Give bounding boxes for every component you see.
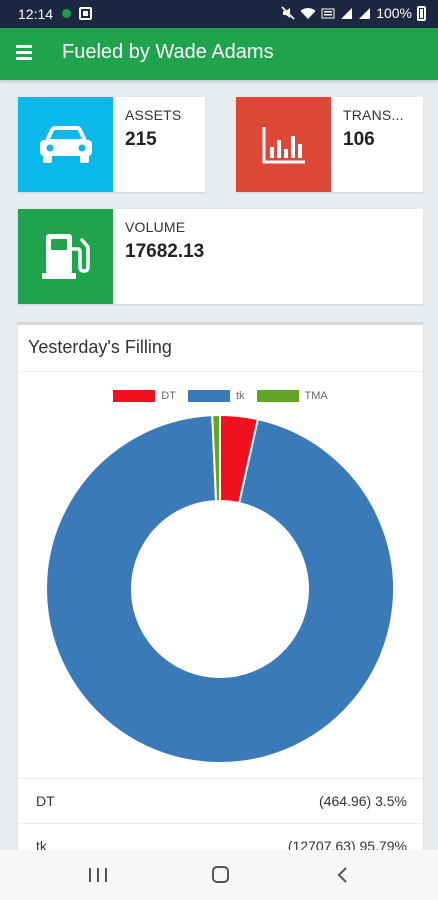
wifi-icon	[300, 7, 316, 19]
back-icon[interactable]	[336, 867, 348, 883]
volume-label: VOLUME	[125, 219, 186, 235]
legend-swatch-tk	[187, 390, 230, 402]
legend-item-dt[interactable]: DT	[113, 390, 176, 402]
signal-icon	[341, 7, 353, 19]
chart-title: Yesterday's Filling	[28, 337, 172, 357]
assets-card[interactable]: ASSETS 215	[18, 97, 205, 192]
app-title: Fueled by Wade Adams	[62, 41, 274, 63]
assets-tile	[18, 97, 113, 192]
legend-label-tma: TMA	[304, 390, 328, 402]
transactions-card[interactable]: TRANS... 106	[236, 97, 423, 192]
transactions-value: 106	[343, 129, 375, 150]
yesterdays-filling-card: Yesterday's Filling DT tk TMA DT (464.96…	[18, 322, 423, 862]
app-notification-icon	[79, 7, 92, 20]
battery-icon	[417, 5, 426, 21]
app-bar: Fueled by Wade Adams	[0, 28, 438, 80]
hamburger-menu-icon[interactable]	[16, 45, 32, 60]
battery-percent: 100%	[376, 5, 412, 21]
assets-label: ASSETS	[125, 107, 182, 123]
notification-dot-icon	[62, 9, 71, 18]
transactions-tile	[236, 97, 331, 192]
legend-item-tk[interactable]: tk	[187, 390, 245, 402]
recent-apps-icon[interactable]	[89, 868, 107, 882]
volume-value: 17682.13	[125, 241, 205, 262]
legend-item-tma[interactable]: TMA	[256, 390, 328, 402]
status-time: 12:14	[18, 6, 54, 22]
divider	[18, 371, 423, 372]
legend-label-dt: DT	[161, 390, 176, 402]
home-icon[interactable]	[212, 866, 229, 883]
car-icon	[39, 125, 92, 163]
volume-tile	[18, 209, 113, 304]
chart-legend: DT tk TMA	[18, 390, 423, 402]
assets-value: 215	[125, 129, 157, 150]
mute-icon	[281, 6, 295, 20]
transactions-label: TRANS...	[343, 107, 404, 123]
volte-icon	[321, 8, 335, 18]
donut-chart	[45, 413, 395, 764]
row-stat: (464.96) 3.5%	[319, 793, 407, 809]
volume-card[interactable]: VOLUME 17682.13	[18, 209, 423, 304]
bar-chart-icon	[262, 126, 305, 163]
list-item-dt[interactable]: DT (464.96) 3.5%	[18, 778, 423, 823]
fuel-pump-icon	[41, 233, 90, 279]
status-bar: 12:14 100%	[0, 0, 438, 28]
legend-swatch-dt	[113, 390, 156, 402]
signal-icon-2	[359, 7, 371, 19]
legend-swatch-tma	[256, 390, 299, 402]
row-name: DT	[36, 793, 55, 809]
legend-label-tk: tk	[235, 390, 245, 402]
system-nav-bar	[0, 850, 438, 900]
